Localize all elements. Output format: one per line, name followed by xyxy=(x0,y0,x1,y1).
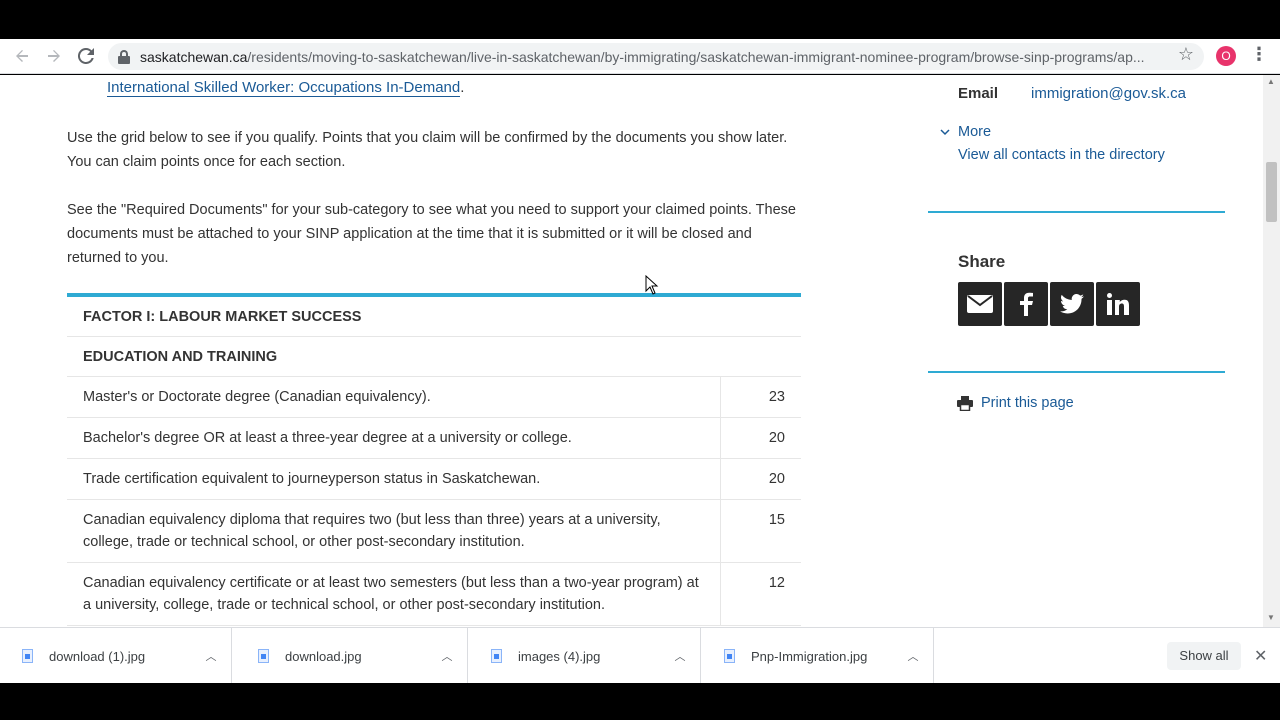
chevron-down-icon xyxy=(940,129,950,136)
row-description: Master's or Doctorate degree (Canadian e… xyxy=(67,377,721,417)
factor-heading: FACTOR I: LABOUR MARKET SUCCESS xyxy=(83,308,362,325)
forward-button[interactable] xyxy=(38,40,70,72)
reload-button[interactable] xyxy=(70,40,102,72)
bookmark-star-icon[interactable]: ☆ xyxy=(1176,44,1196,66)
address-bar[interactable]: saskatchewan.ca/residents/moving-to-sask… xyxy=(108,43,1204,70)
download-item[interactable]: download.jpg ︿ xyxy=(236,628,468,684)
row-points: 15 xyxy=(768,512,785,528)
image-file-icon xyxy=(22,649,33,663)
page-viewport: International Skilled Worker: Occupation… xyxy=(0,75,1280,627)
link-suffix: . xyxy=(460,79,465,96)
email-link[interactable]: immigration@gov.sk.ca xyxy=(1031,85,1186,102)
row-description: Trade certification equivalent to journe… xyxy=(67,459,721,499)
table-row: Canadian equivalency certificate or at l… xyxy=(67,563,801,626)
lock-icon xyxy=(118,49,130,64)
download-filename: images (4).jpg xyxy=(518,648,601,664)
share-buttons xyxy=(958,282,1140,326)
menu-kebab-icon[interactable]: ⋮ xyxy=(1250,44,1268,66)
image-file-icon xyxy=(491,649,502,663)
more-toggle[interactable]: More xyxy=(940,124,991,140)
sidebar-divider xyxy=(928,371,1225,373)
print-label: Print this page xyxy=(981,395,1074,411)
points-grid-table: FACTOR I: LABOUR MARKET SUCCESS EDUCATIO… xyxy=(67,293,801,626)
scroll-up-arrow-icon[interactable]: ▲ xyxy=(1267,77,1275,86)
table-row: Bachelor's degree OR at least a three-ye… xyxy=(67,418,801,459)
downloads-shelf: download (1).jpg ︿ download.jpg ︿ images… xyxy=(0,627,1280,684)
arrow-right-icon xyxy=(48,50,60,62)
share-twitter-button[interactable] xyxy=(1050,282,1094,326)
chevron-up-icon[interactable]: ︿ xyxy=(893,648,933,664)
envelope-icon xyxy=(967,295,993,313)
mouse-cursor-icon xyxy=(645,275,659,295)
facebook-icon xyxy=(1020,292,1033,316)
arrow-left-icon xyxy=(16,50,28,62)
row-points: 20 xyxy=(768,430,785,446)
image-file-icon xyxy=(258,649,269,663)
row-points: 20 xyxy=(768,471,785,487)
chevron-up-icon[interactable]: ︿ xyxy=(427,648,467,664)
occupations-link-text[interactable]: International Skilled Worker: Occupation… xyxy=(107,79,461,97)
table-row: Trade certification equivalent to journe… xyxy=(67,459,801,500)
row-points: 23 xyxy=(768,389,785,405)
share-email-button[interactable] xyxy=(958,282,1002,326)
reload-icon xyxy=(78,48,94,64)
twitter-icon xyxy=(1060,294,1084,314)
print-page-link[interactable]: Print this page xyxy=(957,395,1074,411)
factor-heading-row: FACTOR I: LABOUR MARKET SUCCESS xyxy=(67,297,801,337)
show-all-downloads-button[interactable]: Show all xyxy=(1167,642,1241,670)
chevron-up-icon[interactable]: ︿ xyxy=(660,648,700,664)
row-description: Bachelor's degree OR at least a three-ye… xyxy=(67,418,721,458)
chevron-up-icon[interactable]: ︿ xyxy=(191,648,231,664)
share-facebook-button[interactable] xyxy=(1004,282,1048,326)
intro-paragraph: Use the grid below to see if you qualify… xyxy=(67,130,788,170)
letterbox-bottom xyxy=(0,683,1280,720)
image-file-icon xyxy=(724,649,735,663)
row-description: Canadian equivalency diploma that requir… xyxy=(67,500,721,562)
profile-avatar[interactable]: O xyxy=(1216,46,1236,66)
share-linkedin-button[interactable] xyxy=(1096,282,1140,326)
more-label: More xyxy=(958,124,992,140)
table-row: Canadian equivalency diploma that requir… xyxy=(67,500,801,563)
sidebar-divider xyxy=(928,211,1225,213)
url-domain: saskatchewan.ca xyxy=(140,48,248,65)
email-label: Email xyxy=(958,85,999,102)
scroll-down-arrow-icon[interactable]: ▼ xyxy=(1267,613,1275,622)
share-title: Share xyxy=(958,252,1006,271)
page-scrollbar[interactable]: ▲ ▼ xyxy=(1263,75,1280,627)
row-description: Canadian equivalency certificate or at l… xyxy=(67,563,721,625)
row-points: 12 xyxy=(768,575,785,591)
letterbox-top xyxy=(0,0,1280,39)
back-button[interactable] xyxy=(6,40,38,72)
required-documents-paragraph: See the "Required Documents" for your su… xyxy=(67,202,796,266)
download-filename: download (1).jpg xyxy=(49,648,146,664)
scroll-thumb[interactable] xyxy=(1266,162,1277,222)
section-heading: EDUCATION AND TRAINING xyxy=(83,348,278,365)
occupations-in-demand-link[interactable]: International Skilled Worker: Occupation… xyxy=(107,79,465,97)
directory-link[interactable]: View all contacts in the directory xyxy=(958,147,1165,163)
download-item[interactable]: download (1).jpg ︿ xyxy=(0,628,232,684)
download-item[interactable]: images (4).jpg ︿ xyxy=(469,628,701,684)
download-item[interactable]: Pnp-Immigration.jpg ︿ xyxy=(702,628,934,684)
section-heading-row: EDUCATION AND TRAINING xyxy=(67,337,801,377)
close-icon[interactable]: ✕ xyxy=(1254,646,1267,666)
printer-icon xyxy=(957,395,973,411)
url-path: /residents/moving-to-saskatchewan/live-i… xyxy=(247,48,1145,65)
linkedin-icon xyxy=(1107,293,1129,315)
table-row: Master's or Doctorate degree (Canadian e… xyxy=(67,377,801,418)
download-filename: download.jpg xyxy=(285,648,362,664)
download-filename: Pnp-Immigration.jpg xyxy=(751,648,868,664)
browser-toolbar: saskatchewan.ca/residents/moving-to-sask… xyxy=(0,39,1280,74)
